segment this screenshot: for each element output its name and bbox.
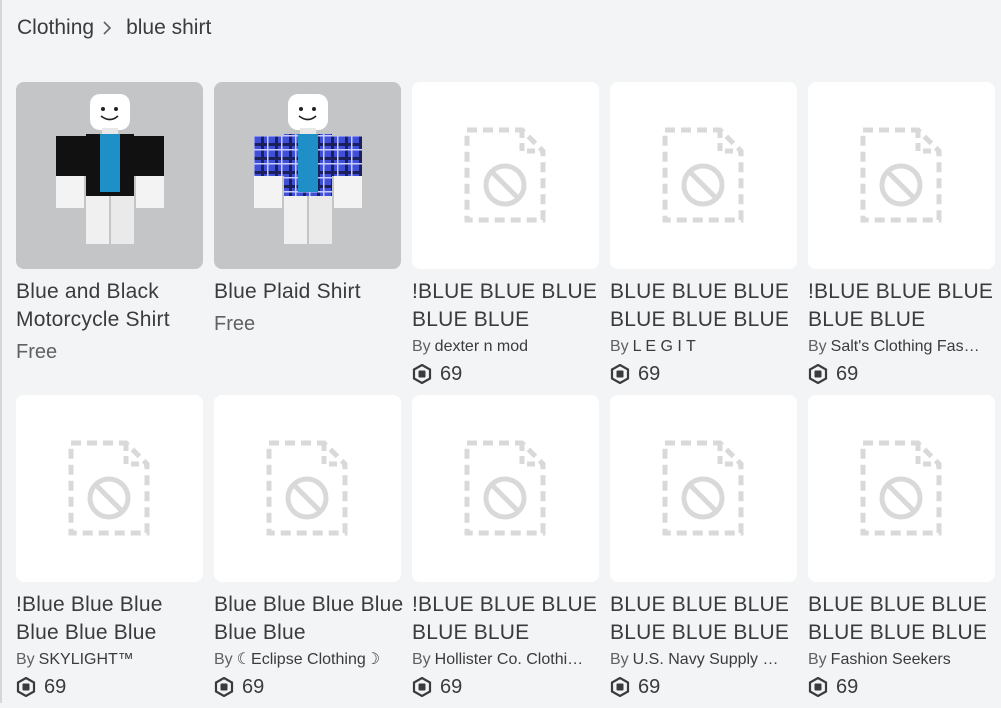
breadcrumb: Clothing blue shirt [17,14,211,42]
avatar-thumbnail [254,94,362,244]
price-amount: 69 [242,676,265,698]
item-thumbnail[interactable] [214,82,401,269]
robux-icon [412,364,432,384]
item-thumbnail[interactable] [16,82,203,269]
item-name[interactable]: BLUE BLUE BLUE BLUE BLUE BLUE [808,591,998,647]
item-price-free: Free [214,313,256,335]
creator-prefix: By [610,338,629,355]
unavailable-image-icon [662,440,744,536]
item-price: 69 [214,675,401,699]
unavailable-image-icon [68,440,150,536]
price-amount: 69 [836,363,859,385]
item-card[interactable]: BLUE BLUE BLUE BLUE BLUE BLUE By Fashion S… [808,395,995,708]
item-thumbnail[interactable] [412,82,599,269]
item-name[interactable]: !BLUE BLUE BLUE BLUE BLUE [412,591,602,647]
creator-prefix: By [808,651,827,668]
creator-name-link[interactable]: L E G I T [633,338,696,355]
item-card[interactable]: !BLUE BLUE BLUE BLUE BLUE By dexter n mod 6… [412,82,599,395]
item-thumbnail[interactable] [610,82,797,269]
item-price: 69 [808,362,995,386]
item-card[interactable]: Blue and Black Motorcycle Shirt Free [16,82,203,395]
item-price: 69 [610,675,797,699]
robux-icon [610,677,630,697]
robux-icon [610,364,630,384]
robux-icon [808,364,828,384]
unavailable-image-icon [860,127,942,223]
page-left-border [0,0,2,703]
creator-name-link[interactable]: Salt's Clothing Fas… [831,338,980,355]
item-grid: Blue and Black Motorcycle Shirt Free Blue … [16,82,995,708]
item-card[interactable]: !BLUE BLUE BLUE BLUE BLUE By Salt's Clothi… [808,82,995,395]
robux-icon [412,677,432,697]
item-thumbnail[interactable] [412,395,599,582]
price-amount: 69 [440,363,463,385]
item-card[interactable]: BLUE BLUE BLUE BLUE BLUE BLUE By U.S. Navy… [610,395,797,708]
item-card[interactable]: !BLUE BLUE BLUE BLUE BLUE By Hollister Co.… [412,395,599,708]
item-creator: By ☾Eclipse Clothing☽ [214,649,401,671]
creator-name-link[interactable]: U.S. Navy Supply … [633,651,779,668]
item-name[interactable]: BLUE BLUE BLUE BLUE BLUE BLUE [610,591,800,647]
item-thumbnail[interactable] [16,395,203,582]
creator-prefix: By [412,651,431,668]
item-thumbnail[interactable] [808,82,995,269]
creator-name-link[interactable]: Hollister Co. Clothi… [435,651,583,668]
robux-icon [214,677,234,697]
price-amount: 69 [44,676,67,698]
item-name[interactable]: !Blue Blue Blue Blue Blue Blue [16,591,206,647]
unavailable-image-icon [464,127,546,223]
item-creator: By Hollister Co. Clothi… [412,649,599,671]
price-amount: 69 [638,363,661,385]
price-amount: 69 [638,676,661,698]
robux-icon [16,677,36,697]
creator-name-link[interactable]: Fashion Seekers [831,651,951,668]
creator-prefix: By [808,338,827,355]
item-card[interactable]: BLUE BLUE BLUE BLUE BLUE BLUE By L E G I T… [610,82,797,395]
item-price: 69 [412,675,599,699]
item-name[interactable]: !BLUE BLUE BLUE BLUE BLUE [412,278,602,334]
robux-icon [808,677,828,697]
item-price-free: Free [16,341,58,363]
unavailable-image-icon [464,440,546,536]
item-creator: By Salt's Clothing Fas… [808,336,995,358]
item-price: 69 [412,362,599,386]
item-creator: By U.S. Navy Supply … [610,649,797,671]
creator-name-link[interactable]: ☾Eclipse Clothing☽ [237,651,380,668]
creator-name-link[interactable]: SKYLIGHT™ [39,651,134,668]
item-thumbnail[interactable] [808,395,995,582]
item-name[interactable]: Blue and Black Motorcycle Shirt [16,278,206,334]
item-price: 69 [610,362,797,386]
price-amount: 69 [440,676,463,698]
item-thumbnail[interactable] [610,395,797,582]
creator-prefix: By [16,651,35,668]
chevron-right-icon [98,19,116,37]
creator-prefix: By [412,338,431,355]
item-name[interactable]: Blue Blue Blue Blue Blue Blue [214,591,404,647]
item-thumbnail[interactable] [214,395,401,582]
unavailable-image-icon [266,440,348,536]
breadcrumb-current: blue shirt [126,16,212,39]
item-name[interactable]: !BLUE BLUE BLUE BLUE BLUE [808,278,998,334]
price-amount: 69 [836,676,859,698]
item-price: 69 [808,675,995,699]
item-creator: By dexter n mod [412,336,599,358]
item-card[interactable]: Blue Plaid Shirt Free [214,82,401,395]
item-price: 69 [16,675,203,699]
item-name[interactable]: Blue Plaid Shirt [214,278,404,306]
creator-prefix: By [610,651,629,668]
item-card[interactable]: Blue Blue Blue Blue Blue Blue By ☾Eclipse … [214,395,404,708]
item-card[interactable]: !Blue Blue Blue Blue Blue Blue By SKYLIGHT… [16,395,203,708]
avatar-thumbnail [56,94,164,244]
unavailable-image-icon [662,127,744,223]
unavailable-image-icon [860,440,942,536]
item-creator: By Fashion Seekers [808,649,995,671]
creator-prefix: By [214,651,233,668]
item-name[interactable]: BLUE BLUE BLUE BLUE BLUE BLUE [610,278,800,334]
item-creator: By SKYLIGHT™ [16,649,203,671]
breadcrumb-clothing-link[interactable]: Clothing [17,16,94,40]
creator-name-link[interactable]: dexter n mod [435,338,528,355]
item-creator: By L E G I T [610,336,797,358]
